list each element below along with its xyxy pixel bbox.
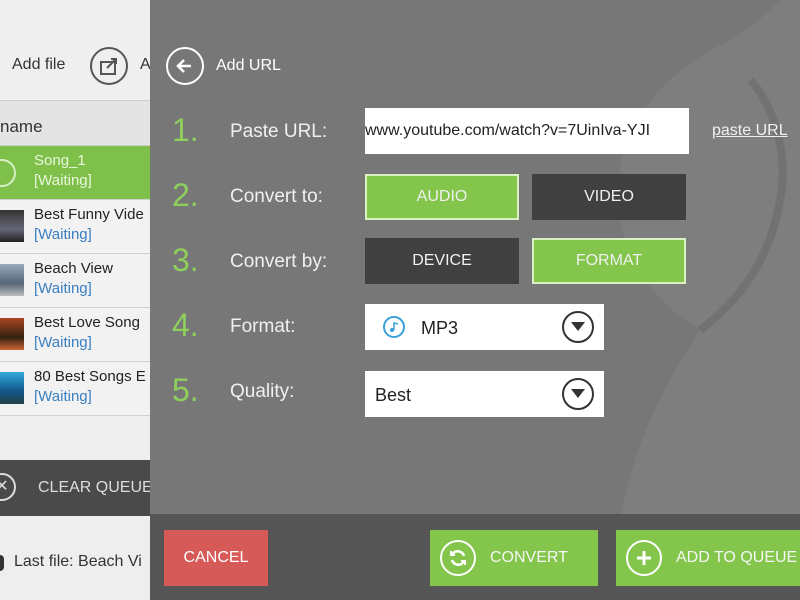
step-label: Format: — [230, 316, 296, 337]
background-app: Add file A name Song_1 [Waiting] Best Fu… — [0, 0, 150, 600]
item-title: 80 Best Songs E — [34, 368, 146, 385]
step-number: 4. — [172, 307, 199, 343]
item-status: [Waiting] — [34, 280, 92, 297]
quality-select[interactable]: Best — [365, 371, 604, 417]
convert-label: CONVERT — [490, 549, 568, 566]
close-icon: ✕ — [0, 473, 16, 501]
step-number: 3. — [172, 242, 199, 278]
back-button[interactable] — [166, 47, 204, 85]
quality-value: Best — [375, 385, 412, 405]
step-label: Quality: — [230, 381, 295, 402]
clear-queue-label: CLEAR QUEUE — [38, 479, 150, 496]
name-column-header[interactable]: name — [0, 117, 43, 137]
video-button[interactable]: VIDEO — [532, 174, 686, 220]
format-button[interactable]: FORMAT — [532, 238, 686, 284]
app-toolbar: Add file A — [0, 0, 150, 100]
video-thumbnail — [0, 264, 24, 296]
refresh-icon — [440, 540, 476, 576]
item-status: [Waiting] — [34, 226, 92, 243]
export-icon[interactable] — [90, 47, 128, 85]
item-title: Song_1 — [34, 152, 86, 169]
status-icon — [0, 555, 4, 571]
list-item[interactable]: Best Funny Vide [Waiting] — [0, 200, 150, 254]
list-header: name — [0, 100, 150, 146]
add-to-queue-button[interactable]: ADD TO QUEUE — [616, 530, 800, 586]
add-url-dialog: Add URL 1. Paste URL: 2. Convert to: 3. … — [150, 0, 800, 600]
list-item[interactable]: Beach View [Waiting] — [0, 254, 150, 308]
item-title: Best Funny Vide — [34, 206, 144, 223]
list-item[interactable]: Best Love Song [Waiting] — [0, 308, 150, 362]
item-title: Best Love Song — [34, 314, 140, 331]
step-label: Convert by: — [230, 251, 328, 272]
video-thumbnail — [0, 210, 24, 242]
item-status: [Waiting] — [34, 172, 92, 189]
step-number: 5. — [172, 372, 199, 408]
item-status: [Waiting] — [34, 334, 92, 351]
video-thumbnail — [0, 318, 24, 350]
list-item[interactable]: 80 Best Songs E [Waiting] — [0, 362, 150, 416]
add-file-button[interactable]: Add file — [12, 56, 65, 74]
format-select[interactable]: MP3 — [365, 304, 604, 350]
arrow-left-icon — [176, 59, 191, 73]
add-to-queue-label: ADD TO QUEUE — [676, 549, 798, 566]
dialog-footer: CANCEL CONVERT ADD TO QUEUE — [150, 514, 800, 600]
music-note-icon — [383, 316, 405, 338]
queue-list: Song_1 [Waiting] Best Funny Vide [Waitin… — [0, 146, 150, 416]
song-icon — [0, 159, 16, 187]
clear-queue-button[interactable]: ✕ CLEAR QUEUE — [0, 460, 150, 516]
step-number: 2. — [172, 177, 199, 213]
item-status: [Waiting] — [34, 388, 92, 405]
paste-url-link[interactable]: paste URL — [712, 122, 788, 140]
step-number: 1. — [172, 112, 199, 148]
device-button[interactable]: DEVICE — [365, 238, 519, 284]
format-value: MP3 — [421, 318, 459, 338]
cancel-button[interactable]: CANCEL — [164, 530, 268, 586]
item-title: Beach View — [34, 260, 113, 277]
url-value: www.youtube.com/watch?v=7UinIva-YJI — [365, 122, 651, 139]
step-label: Paste URL: — [230, 121, 328, 142]
video-thumbnail — [0, 372, 24, 404]
last-file-status: Last file: Beach Vi — [14, 553, 142, 570]
chevron-down-icon[interactable] — [562, 378, 594, 410]
toolbar-clipped-label[interactable]: A — [140, 56, 150, 74]
dialog-title: Add URL — [216, 57, 281, 74]
url-input[interactable]: www.youtube.com/watch?v=7UinIva-YJI — [365, 108, 689, 154]
chevron-down-icon[interactable] — [562, 311, 594, 343]
list-item[interactable]: Song_1 [Waiting] — [0, 146, 150, 200]
audio-button[interactable]: AUDIO — [365, 174, 519, 220]
convert-button[interactable]: CONVERT — [430, 530, 598, 586]
plus-icon — [626, 540, 662, 576]
step-label: Convert to: — [230, 186, 323, 207]
